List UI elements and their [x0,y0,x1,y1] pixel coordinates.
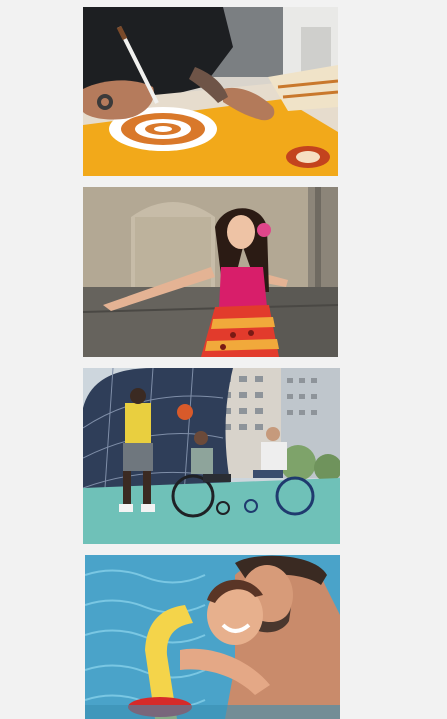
gallery-image-wheelchair-basketball[interactable] [83,368,340,544]
photo-woman-dancing [83,187,338,357]
image-gallery [0,0,447,719]
gallery-image-pool-swimming[interactable] [85,555,340,719]
photo-father-child-swimming-pool [85,555,340,719]
gallery-image-woman-dancing[interactable] [83,187,338,357]
photo-wheelchair-basketball [83,368,340,544]
gallery-image-artist-painting[interactable] [83,7,338,176]
photo-artist-painting-dot-art [83,7,338,176]
